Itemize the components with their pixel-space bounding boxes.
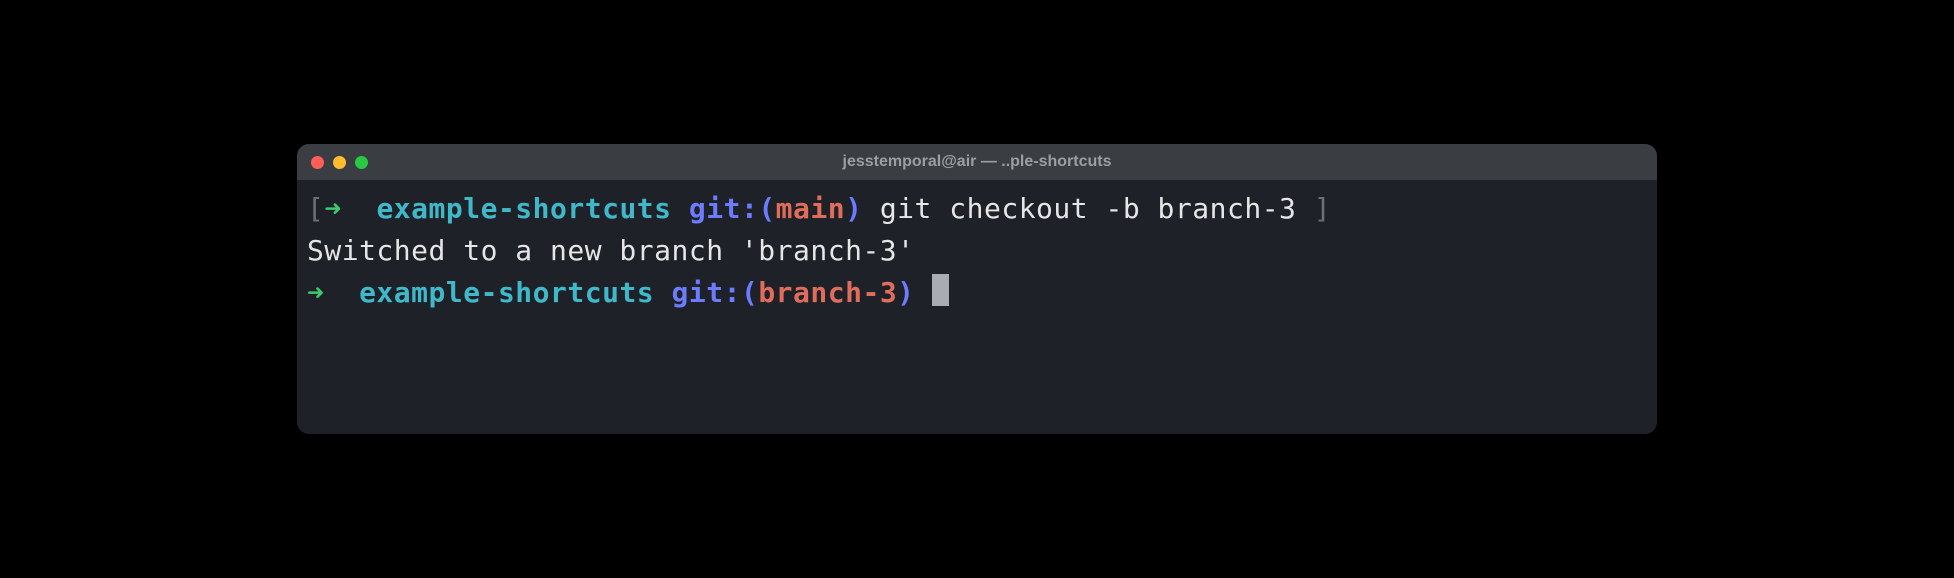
window-title: jesstemporal@air — ..ple-shortcuts [842, 153, 1111, 171]
prompt-directory: example-shortcuts [376, 192, 671, 225]
title-bar: jesstemporal@air — ..ple-shortcuts [297, 144, 1657, 180]
terminal-line-3: ➜ example-shortcuts git:(branch-3) [307, 272, 1647, 314]
paren-close: ) [845, 192, 862, 225]
paren-open: ( [758, 192, 775, 225]
git-label: git: [672, 276, 741, 309]
traffic-lights [311, 156, 368, 169]
bracket-close: ] [1314, 192, 1331, 225]
terminal-line-1: [➜ example-shortcuts git:(main) git chec… [307, 188, 1647, 230]
command-text: git checkout -b branch-3 [880, 192, 1297, 225]
git-branch: branch-3 [758, 276, 897, 309]
git-branch: main [776, 192, 845, 225]
prompt-arrow-icon: ➜ [307, 276, 324, 309]
close-button[interactable] [311, 156, 324, 169]
bracket-open: [ [307, 192, 324, 225]
terminal-window: jesstemporal@air — ..ple-shortcuts [➜ ex… [297, 144, 1657, 434]
cursor [932, 274, 949, 306]
terminal-line-2: Switched to a new branch 'branch-3' [307, 230, 1647, 272]
prompt-directory: example-shortcuts [359, 276, 654, 309]
paren-close: ) [897, 276, 914, 309]
git-label: git: [689, 192, 758, 225]
prompt-arrow-icon: ➜ [324, 192, 341, 225]
paren-open: ( [741, 276, 758, 309]
maximize-button[interactable] [355, 156, 368, 169]
minimize-button[interactable] [333, 156, 346, 169]
terminal-body[interactable]: [➜ example-shortcuts git:(main) git chec… [297, 180, 1657, 322]
output-text: Switched to a new branch 'branch-3' [307, 234, 915, 267]
